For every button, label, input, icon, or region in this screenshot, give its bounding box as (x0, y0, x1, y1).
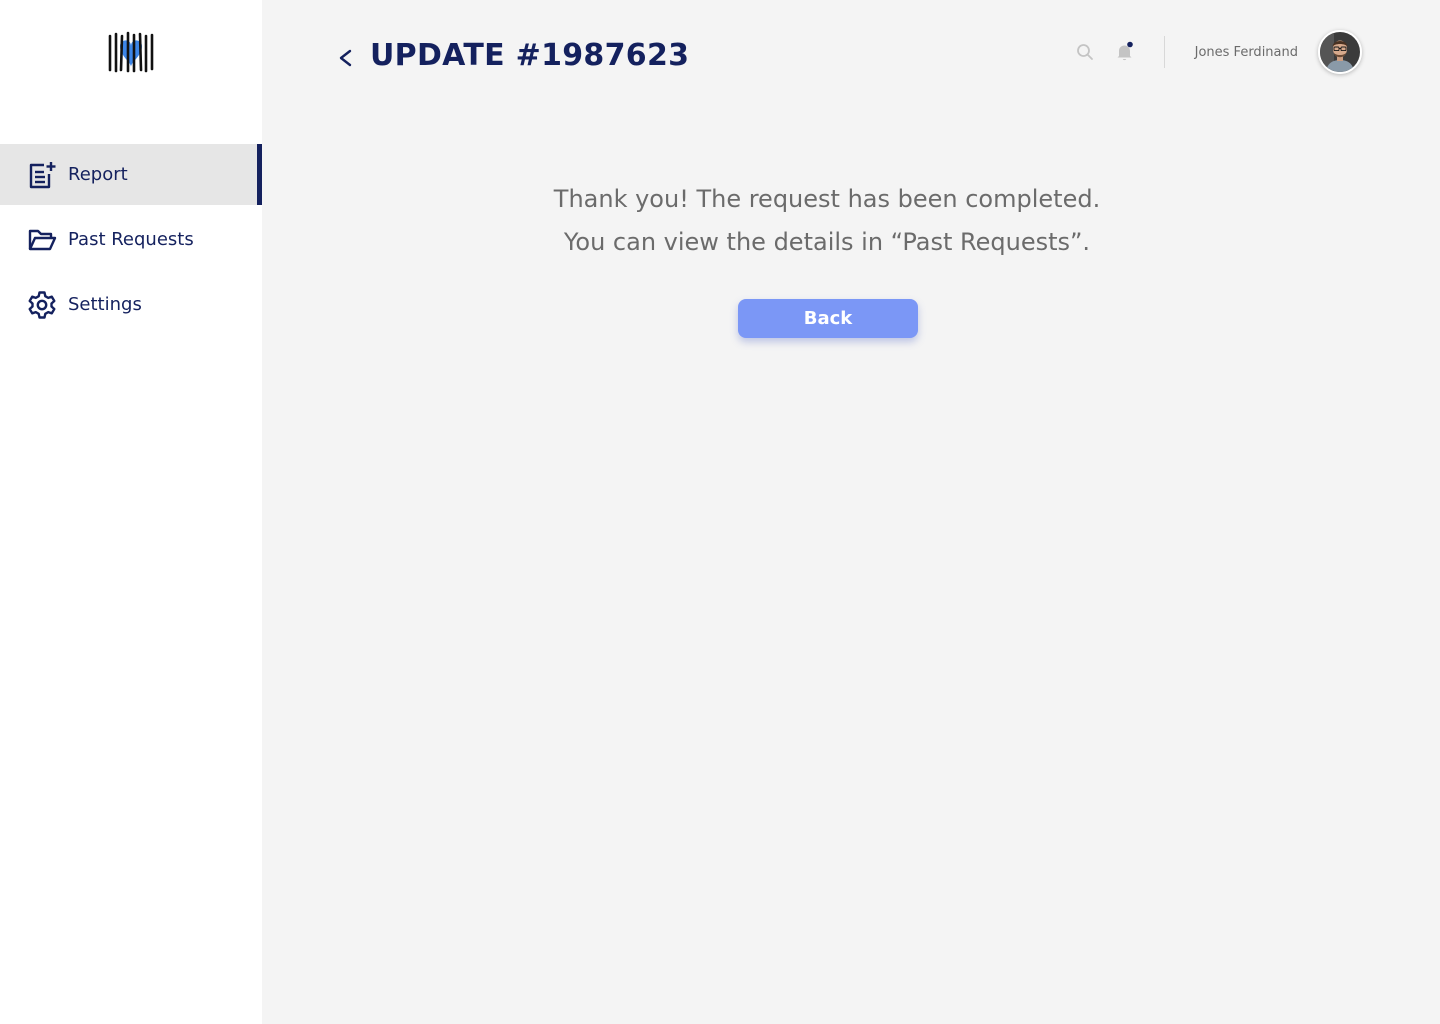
sidebar-item-past-requests[interactable]: Past Requests (0, 209, 262, 270)
back-chevron-icon[interactable] (334, 42, 356, 74)
search-icon[interactable] (1074, 41, 1096, 63)
notification-bell-icon[interactable] (1114, 41, 1136, 63)
sidebar-item-label: Settings (68, 294, 142, 315)
back-button[interactable]: Back (738, 299, 918, 338)
message-line-1: Thank you! The request has been complete… (553, 185, 1101, 213)
confirmation-message: Thank you! The request has been complete… (262, 178, 1392, 264)
avatar[interactable] (1318, 30, 1362, 74)
app-logo[interactable] (106, 30, 156, 74)
folder-open-icon (26, 224, 58, 256)
header-divider (1163, 36, 1165, 68)
user-name: Jones Ferdinand (1194, 44, 1298, 60)
page-title: UPDATE #1987623 (370, 38, 690, 73)
report-add-icon (26, 159, 58, 191)
header-actions: Jones Ferdinand (1074, 30, 1362, 74)
sidebar-item-report[interactable]: Report (0, 144, 262, 205)
sidebar: Report Past Requests Settings (0, 0, 262, 1024)
sidebar-item-label: Report (68, 164, 128, 185)
gear-icon (26, 289, 58, 321)
sidebar-item-settings[interactable]: Settings (0, 274, 262, 335)
main-content: UPDATE #1987623 Jones Ferdinand Thank yo… (262, 0, 1440, 1024)
sidebar-item-label: Past Requests (68, 229, 194, 250)
sidebar-nav: Report Past Requests Settings (0, 144, 262, 339)
message-line-2: You can view the details in “Past Reques… (563, 228, 1091, 256)
